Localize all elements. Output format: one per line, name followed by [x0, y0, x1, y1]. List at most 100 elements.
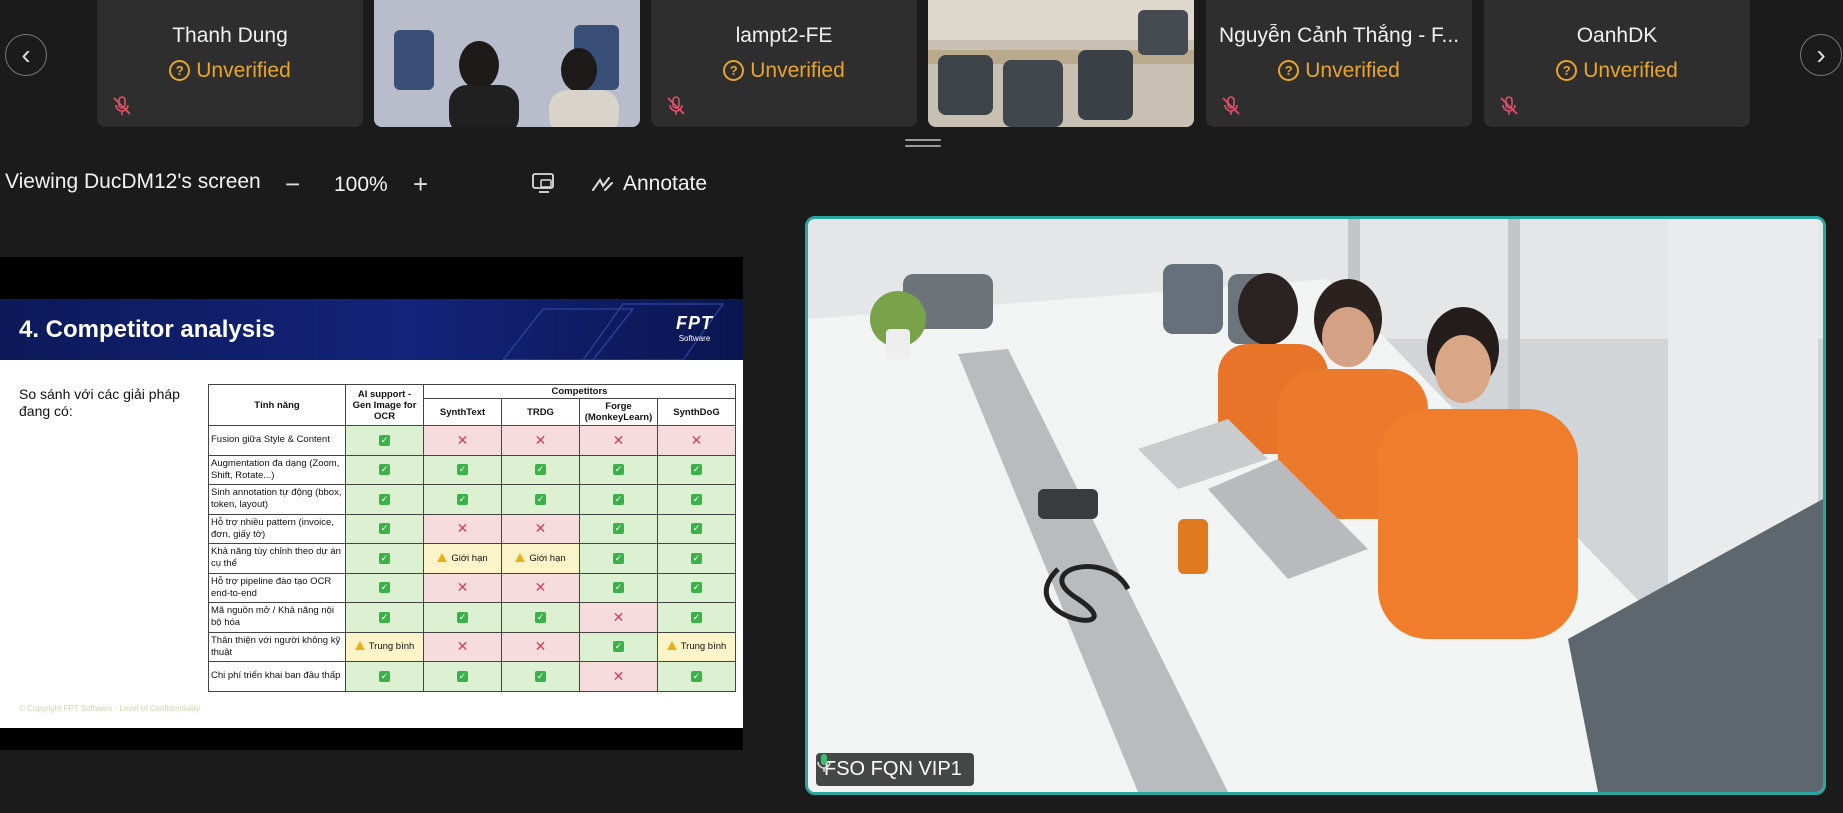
medium-label: Trung bình: [680, 641, 727, 653]
table-row: Chi phí triển khai ban đầu thấp ✓ ✓ ✓ ✕ ✓: [208, 661, 736, 692]
feature-cell: Hỗ trợ nhiều pattern (invoice, đơn, giấy…: [208, 513, 346, 544]
unsupported-cell: ✕: [579, 661, 658, 692]
medium-cell: Trung bình: [345, 631, 424, 662]
warning-icon: [354, 641, 365, 651]
check-icon: ✓: [457, 670, 468, 682]
supported-cell: ✓: [423, 602, 502, 633]
mic-muted-icon: [113, 96, 131, 115]
feature-cell: Hỗ trợ pipeline đào tạo OCR end-to-end: [208, 572, 346, 603]
annotate-label: Annotate: [623, 172, 708, 195]
unsupported-cell: ✕: [501, 572, 580, 603]
participant-tile[interactable]: [928, 0, 1194, 127]
check-icon: ✓: [535, 464, 546, 476]
cross-icon: ✕: [612, 608, 625, 625]
supported-cell: ✓: [579, 484, 658, 515]
check-icon: ✓: [457, 464, 468, 476]
verification-status-label: Unverified: [1305, 59, 1400, 82]
unverified-icon: ?: [1556, 60, 1578, 81]
participant-tile[interactable]: Thanh Dung? Unverified: [97, 0, 363, 127]
check-icon: ✓: [691, 552, 702, 564]
supported-cell: ✓: [345, 543, 424, 574]
participant-tile[interactable]: Nguyễn Cảnh Thắng - F... ? Unverified: [1206, 0, 1472, 127]
feature-cell: Thân thiện với người không kỹ thuật: [208, 631, 346, 662]
resize-handle[interactable]: [905, 139, 941, 148]
verification-status-label: Unverified: [750, 59, 845, 82]
table-row: Mã nguồn mở / Khả năng nội bộ hóa ✓ ✓ ✓ ✕ ✓: [208, 602, 736, 633]
logo-mark: FPT: [676, 313, 713, 333]
participant-name: OanhDK: [1576, 24, 1658, 47]
cross-icon: ✕: [690, 431, 703, 448]
competitors-header: Competitors: [423, 384, 736, 399]
supported-cell: ✓: [657, 661, 736, 692]
table-row: Khả năng tùy chỉnh theo dự án cụ thể ✓ Giớ…: [208, 543, 736, 574]
supported-cell: ✓: [657, 454, 736, 485]
previous-page-button[interactable]: ‹: [5, 34, 47, 76]
check-icon: ✓: [613, 641, 624, 653]
supported-cell: ✓: [501, 454, 580, 485]
shared-screen[interactable]: 4. Competitor analysis FPT Software So s…: [0, 257, 743, 750]
check-icon: ✓: [379, 670, 390, 682]
own-solution-header: AI support - Gen Image for OCR: [345, 384, 424, 426]
check-icon: ✓: [379, 464, 390, 476]
check-icon: ✓: [613, 493, 624, 505]
zoom-plus-icon: +: [413, 169, 429, 199]
supported-cell: ✓: [657, 484, 736, 515]
participant-name: Nguyễn Cảnh Thắng - F...: [1218, 24, 1460, 47]
supported-cell: ✓: [345, 484, 424, 515]
zoom-out-button[interactable]: −: [285, 170, 300, 198]
check-icon: ✓: [691, 611, 702, 623]
annotate-button[interactable]: Annotate: [591, 172, 707, 196]
unverified-icon: ?: [723, 60, 745, 81]
mic-muted-icon: [1222, 96, 1240, 115]
competitor-header: SynthText: [423, 398, 502, 426]
next-page-button[interactable]: ›: [1800, 34, 1842, 76]
warning-icon: [515, 552, 526, 562]
participant-video: [928, 0, 1194, 127]
competitor-header: TRDG: [501, 398, 580, 426]
participant-tile[interactable]: [374, 0, 640, 127]
participant-name: lampt2-FE: [735, 24, 833, 47]
warning-icon: [666, 641, 677, 651]
supported-cell: ✓: [423, 484, 502, 515]
feature-cell: Mã nguồn mở / Khả năng nội bộ hóa: [208, 602, 346, 633]
feature-cell: Fusion giữa Style & Content: [208, 425, 346, 456]
supported-cell: ✓: [657, 513, 736, 544]
check-icon: ✓: [379, 582, 390, 594]
supported-cell: ✓: [579, 543, 658, 574]
presentation-slide: 4. Competitor analysis FPT Software So s…: [0, 299, 743, 728]
verification-status-label: Unverified: [196, 59, 291, 82]
supported-cell: ✓: [657, 572, 736, 603]
mic-muted-icon: [667, 96, 685, 115]
cross-icon: ✕: [534, 579, 547, 596]
supported-cell: ✓: [345, 454, 424, 485]
zoom-in-button[interactable]: +: [413, 170, 428, 198]
unsupported-cell: ✕: [501, 513, 580, 544]
screen-icon: [532, 173, 554, 193]
participant-tile[interactable]: lampt2-FE? Unverified: [651, 0, 917, 127]
limited-cell: Giới hạn: [501, 543, 580, 574]
active-speaker-video[interactable]: FSO FQN VIP1: [805, 216, 1826, 795]
check-icon: ✓: [457, 493, 468, 505]
supported-cell: ✓: [345, 602, 424, 633]
participant-tile[interactable]: OanhDK? Unverified: [1484, 0, 1750, 127]
supported-cell: ✓: [657, 602, 736, 633]
verification-status: ? Unverified: [1206, 59, 1472, 83]
unsupported-cell: ✕: [501, 631, 580, 662]
check-icon: ✓: [535, 493, 546, 505]
supported-cell: ✓: [345, 572, 424, 603]
supported-cell: ✓: [579, 454, 658, 485]
supported-cell: ✓: [579, 631, 658, 662]
participant-name: Thanh Dung: [172, 24, 288, 47]
supported-cell: ✓: [345, 425, 424, 456]
supported-cell: ✓: [345, 661, 424, 692]
table-row: Thân thiện với người không kỹ thuật Trung…: [208, 631, 736, 662]
check-icon: ✓: [691, 493, 702, 505]
limited-label: Giới hạn: [529, 552, 566, 564]
check-icon: ✓: [379, 611, 390, 623]
table-row: Augmentation đa dạng (Zoom, Shift, Rotat…: [208, 454, 736, 485]
slide-title: 4. Competitor analysis: [19, 316, 276, 343]
mic-active-icon: [817, 754, 831, 772]
view-options-button[interactable]: [531, 172, 557, 194]
supported-cell: ✓: [501, 602, 580, 633]
check-icon: ✓: [535, 611, 546, 623]
